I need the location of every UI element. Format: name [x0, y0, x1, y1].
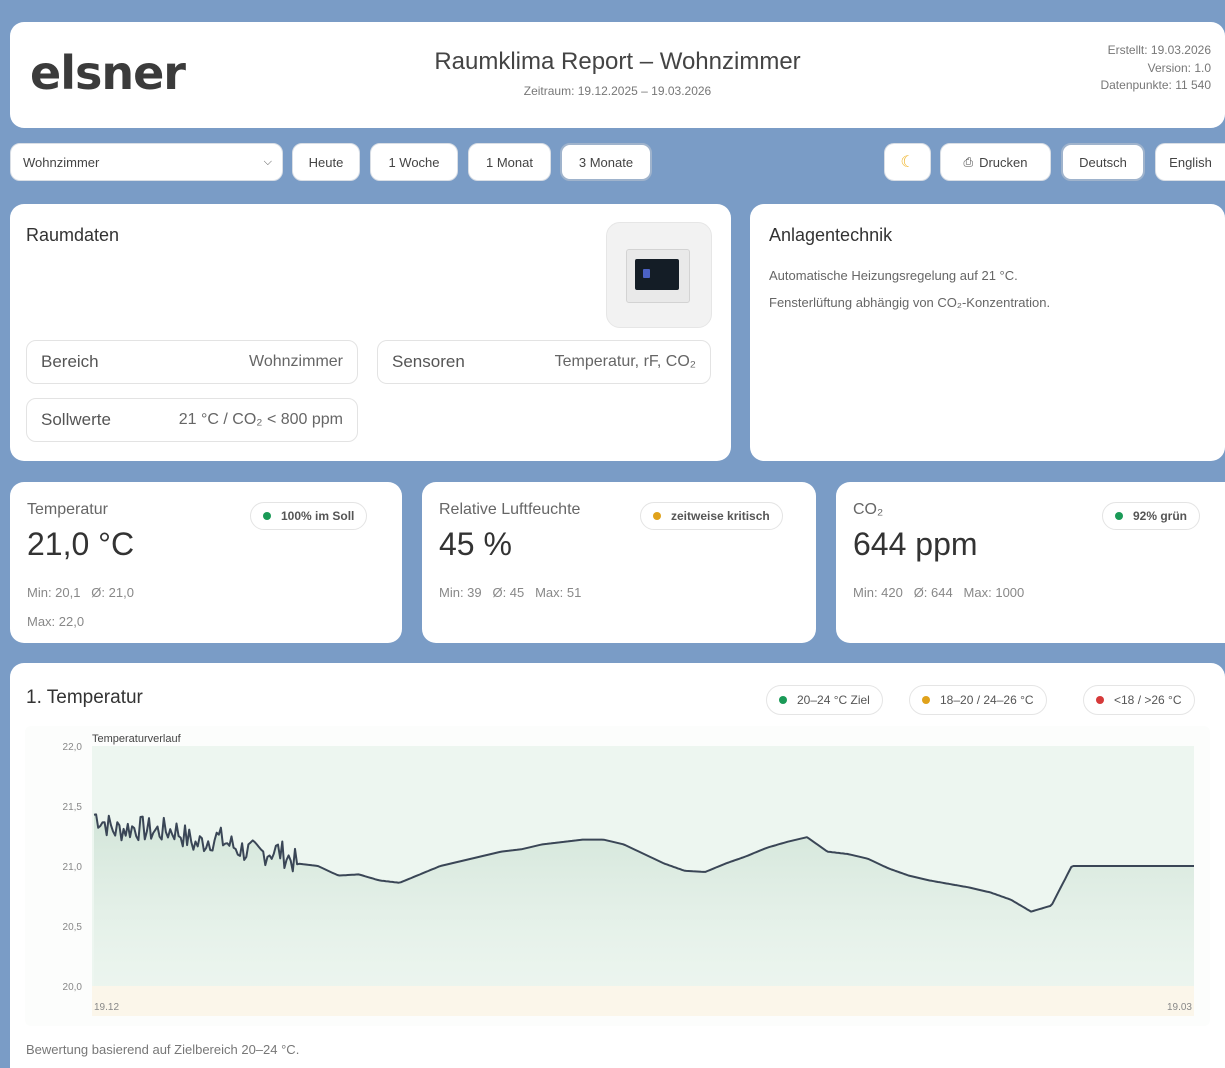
datapoints-count: Datenpunkte: 11 540 — [1100, 78, 1211, 92]
report-title: Raumklima Report – Wohnzimmer — [434, 48, 801, 75]
temperature-section: 1. Temperatur 20–24 °C Ziel 18–20 / 24–2… — [10, 663, 1225, 1068]
sensor-device-image — [606, 222, 712, 328]
range-1-woche-button[interactable]: 1 Woche — [370, 143, 458, 181]
x-tick-label: 19.12 — [94, 1002, 119, 1013]
badge-text: zeitweise kritisch — [671, 509, 770, 523]
kpi-value: 644 ppm — [853, 526, 978, 562]
field-bereich: Bereich Wohnzimmer — [26, 340, 358, 384]
room-select[interactable]: Wohnzimmer ⌵ — [10, 143, 283, 181]
chevron-down-icon: ⌵ — [263, 155, 272, 168]
field-sensoren: Sensoren Temperatur, rF, CO₂ — [377, 340, 711, 384]
kpi-stats-line: Min: 20,1 Ø: 21,0 — [27, 585, 134, 600]
kpi-stats-line: Min: 420 Ø: 644 Max: 1000 — [853, 585, 1025, 600]
print-label: Drucken — [979, 154, 1028, 170]
report-period: Zeitraum: 19.12.2025 – 19.03.2026 — [523, 84, 712, 98]
range-3-monate-button[interactable]: 3 Monate — [560, 143, 652, 181]
anlagentechnik-title: Anlagentechnik — [769, 225, 893, 245]
kpi-value: 45 % — [439, 526, 512, 562]
version: Version: 1.0 — [1147, 60, 1211, 75]
range-heute-button[interactable]: Heute — [292, 143, 360, 181]
kpi-stats-line: Max: 22,0 — [27, 614, 85, 629]
y-tick-label: 21,5 — [63, 802, 83, 813]
room-select-value: Wohnzimmer — [23, 154, 100, 170]
raumdaten-title: Raumdaten — [26, 225, 120, 245]
y-tick-label: 20,0 — [63, 982, 83, 993]
dark-mode-toggle[interactable]: ☾ — [884, 143, 931, 181]
kpi-luftfeuchte-card: Relative Luftfeuchte zeitweise kritisch … — [422, 482, 816, 643]
kpi-temperatur-card: Temperatur 100% im Soll 21,0 °C Min: 20,… — [10, 482, 402, 643]
anlagen-line-1: Automatische Heizungsregelung auf 21 °C. — [769, 268, 1018, 283]
green-dot-icon — [263, 512, 271, 520]
status-badge: 100% im Soll — [250, 502, 368, 530]
badge-text: 92% grün — [1133, 509, 1188, 523]
y-tick-label: 20,5 — [63, 922, 83, 933]
kpi-label: Temperatur — [27, 501, 108, 518]
anlagentechnik-text: Automatische Heizungsregelung auf 21 °C.… — [769, 262, 1050, 316]
kpi-label: CO₂ — [853, 501, 884, 518]
field-value: Wohnzimmer — [249, 353, 343, 370]
status-badge: 92% grün — [1102, 502, 1201, 530]
field-sollwerte: Sollwerte 21 °C / CO₂ < 800 ppm — [26, 398, 358, 442]
raumdaten-card: Raumdaten Bereich Wohnzimmer Sensoren Te… — [10, 204, 731, 461]
printer-icon: ⎙ — [963, 154, 974, 169]
temperature-chart: 22,0 21,5 21,0 20,5 20,0 19.12 19.03 Temperat… — [25, 726, 1210, 1026]
warning-band — [92, 986, 1194, 1016]
status-badge: zeitweise kritisch — [640, 502, 783, 530]
report-header: elsner Raumklima Report – Wohnzimmer Zei… — [10, 22, 1225, 128]
lang-deutsch-button[interactable]: Deutsch — [1061, 143, 1145, 181]
anlagen-line-2: Fensterlüftung abhängig von CO₂-Konzentr… — [769, 295, 1051, 310]
x-tick-label: 19.03 — [1167, 1002, 1192, 1013]
moon-icon: ☾ — [900, 154, 915, 171]
orange-dot-icon — [653, 512, 661, 520]
kpi-label: Relative Luftfeuchte — [439, 501, 581, 518]
field-value: Temperatur, rF, CO₂ — [554, 353, 696, 370]
print-button[interactable]: ⎙ Drucken — [940, 143, 1051, 181]
report-meta: Erstellt: 19.03.2026 Version: 1.0 Datenp… — [1100, 42, 1211, 95]
field-label: Sollwerte — [41, 410, 111, 429]
kpi-stats: Min: 20,1 Ø: 21,0 Max: 22,0 — [27, 578, 134, 636]
field-label: Bereich — [41, 352, 99, 371]
anlagentechnik-card: Anlagentechnik Automatische Heizungsrege… — [750, 204, 1225, 461]
y-tick-label: 22,0 — [63, 742, 83, 753]
green-dot-icon — [1115, 512, 1123, 520]
lang-english-button[interactable]: English — [1155, 143, 1225, 181]
footnote: Bewertung basierend auf Zielbereich 20–2… — [26, 1042, 300, 1057]
badge-text: 100% im Soll — [281, 509, 355, 523]
kpi-co2-card: CO₂ 92% grün 644 ppm Min: 420 Ø: 644 Max… — [836, 482, 1225, 643]
kpi-stats: Min: 420 Ø: 644 Max: 1000 — [853, 578, 1024, 607]
chart-title: Temperaturverlauf — [92, 733, 182, 745]
created-date: Erstellt: 19.03.2026 — [1107, 43, 1211, 57]
field-value: 21 °C / CO₂ < 800 ppm — [178, 411, 343, 428]
range-1-monat-button[interactable]: 1 Monat — [468, 143, 551, 181]
y-tick-label: 21,0 — [63, 862, 83, 873]
kpi-stats: Min: 39 Ø: 45 Max: 51 — [439, 578, 581, 607]
field-label: Sensoren — [392, 352, 465, 371]
kpi-value: 21,0 °C — [27, 526, 135, 562]
kpi-stats-line: Min: 39 Ø: 45 Max: 51 — [439, 585, 582, 600]
